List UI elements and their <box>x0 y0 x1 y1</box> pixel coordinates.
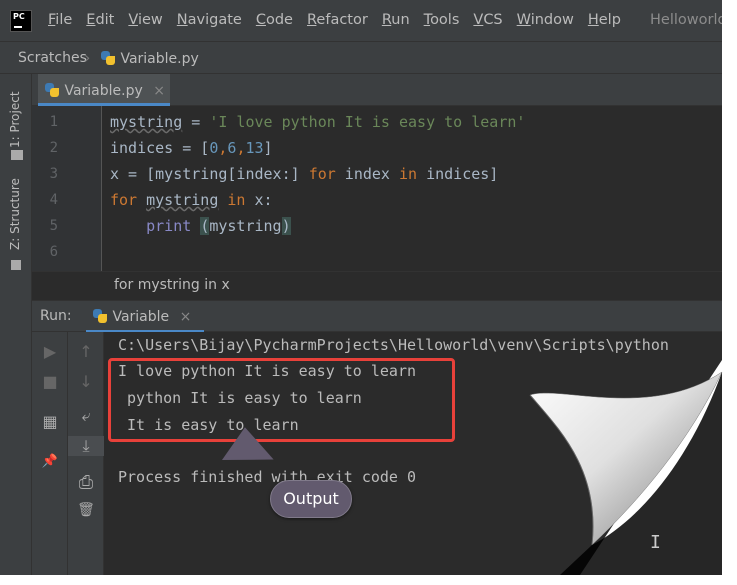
menu-navigate[interactable]: Navigate <box>177 12 242 28</box>
navigation-bar: Scratches › Variable.py <box>0 42 722 74</box>
menu-refactor[interactable]: Refactor <box>307 12 368 28</box>
run-toolbar-secondary: ↑ ↓ ⤶ ⤓ ⎙ 🗑 <box>68 332 104 575</box>
breadcrumb-file[interactable]: Variable.py <box>100 50 199 67</box>
python-file-icon <box>100 50 116 66</box>
scroll-down-icon[interactable]: ↓ <box>68 372 104 391</box>
pin-tab-icon[interactable]: 📌 <box>32 454 68 469</box>
run-tab-variable[interactable]: Variable × <box>86 301 204 333</box>
menu-view[interactable]: View <box>128 12 162 28</box>
run-tool-header: Run: Variable × <box>32 300 722 333</box>
soft-wrap-icon[interactable]: ⤶ <box>68 406 104 426</box>
main-menu: File Edit View Navigate Code Refactor Ru… <box>48 12 635 28</box>
output-highlight-box <box>108 358 455 442</box>
code-line-4: for mystring in x: <box>110 191 273 209</box>
line-number: 3 <box>49 166 58 182</box>
code-line-2: indices = [0,6,13] <box>110 139 273 157</box>
line-number: 2 <box>49 140 58 156</box>
run-label: Run: <box>40 308 72 324</box>
code-line-5: print (mystring) <box>146 217 291 235</box>
console-exit-status: Process finished with exit code 0 <box>118 468 417 486</box>
menu-edit[interactable]: Edit <box>86 12 114 28</box>
ide-window: PC File Edit View Navigate Code Refactor… <box>0 0 722 575</box>
menu-window[interactable]: Window <box>517 12 574 28</box>
editor-breadcrumb: for mystring in x <box>32 271 722 299</box>
menu-bar: PC File Edit View Navigate Code Refactor… <box>0 0 722 42</box>
breadcrumb-separator-icon: › <box>84 48 91 67</box>
run-toolbar-primary: ▶ ■ ▦ 📌 <box>32 332 68 575</box>
menu-help[interactable]: Help <box>588 12 621 28</box>
window-title: Helloworld <box>650 12 722 28</box>
code-line-3: x = [mystring[index:] for index in indic… <box>110 165 499 183</box>
stop-icon[interactable]: ■ <box>32 372 68 391</box>
structure-tool-tab[interactable]: Z: Structure <box>8 178 22 250</box>
pycharm-logo-icon: PC <box>10 10 32 32</box>
line-number: 4 <box>49 192 58 208</box>
left-tool-strip: 1: Project Z: Structure <box>0 74 32 575</box>
restore-layout-icon[interactable]: ▦ <box>32 412 68 431</box>
output-callout: Output <box>270 480 352 518</box>
scroll-to-end-icon[interactable]: ⤓ <box>68 436 104 456</box>
print-icon[interactable]: ⎙ <box>68 472 104 493</box>
text-cursor-icon: I <box>650 532 661 553</box>
menu-tools[interactable]: Tools <box>424 12 460 28</box>
menu-vcs[interactable]: VCS <box>473 12 502 28</box>
trash-icon[interactable]: 🗑 <box>68 502 104 518</box>
folder-icon <box>11 150 23 160</box>
menu-file[interactable]: File <box>48 12 72 28</box>
line-number: 6 <box>49 244 58 260</box>
structure-icon <box>11 260 21 270</box>
tab-variable-py[interactable]: Variable.py × <box>38 74 170 106</box>
close-run-tab-icon[interactable]: × <box>180 309 192 325</box>
project-tool-tab[interactable]: 1: Project <box>8 91 22 148</box>
breadcrumb-scratches[interactable]: Scratches <box>18 50 87 66</box>
menu-run[interactable]: Run <box>382 12 410 28</box>
line-number: 1 <box>49 114 58 130</box>
console-command: C:\Users\Bijay\PycharmProjects\Helloworl… <box>118 336 669 354</box>
python-file-icon <box>92 308 108 324</box>
breadcrumb-for-loop[interactable]: for mystring in x <box>114 277 230 293</box>
menu-code[interactable]: Code <box>256 12 293 28</box>
close-tab-icon[interactable]: × <box>153 83 165 99</box>
rerun-icon[interactable]: ▶ <box>32 342 68 361</box>
editor-tab-bar: Variable.py × <box>32 74 722 106</box>
python-file-icon <box>44 82 60 98</box>
code-editor[interactable]: 1 2 3 4 5 6 mystring = 'I love python It… <box>32 106 722 271</box>
code-line-1: mystring = 'I love python It is easy to … <box>110 113 526 131</box>
line-gutter: 1 2 3 4 5 6 <box>32 106 102 271</box>
line-number: 5 <box>49 218 58 234</box>
scroll-up-icon[interactable]: ↑ <box>68 342 104 361</box>
